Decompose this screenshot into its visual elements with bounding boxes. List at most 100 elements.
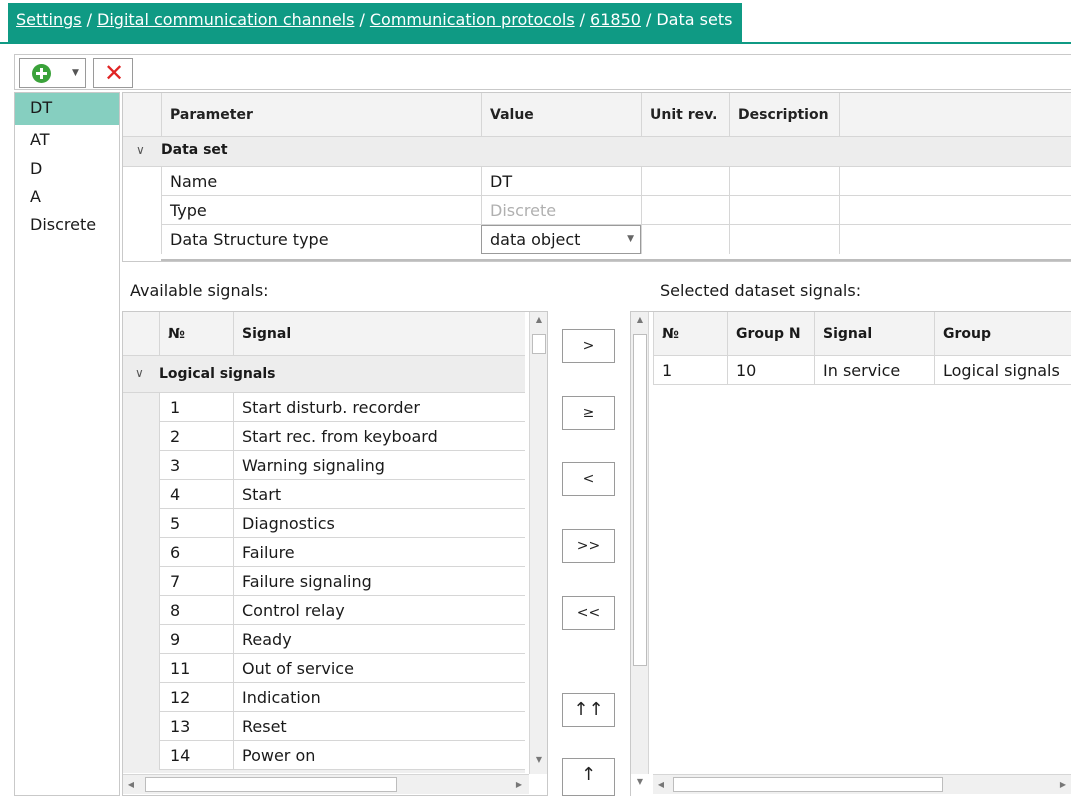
parameter-description [729,167,839,196]
parameter-row-data-structure-type[interactable]: Data Structure type data object ▼ [161,225,1071,261]
scroll-left-icon[interactable]: ◀ [653,775,669,795]
available-signals-grid: № Signal ∨ Logical signals 1 Start distur… [122,311,548,796]
column-header-group[interactable]: Group [934,312,1071,356]
signal-name: Start [233,480,525,509]
dataset-list-item-dt[interactable]: DT [15,93,119,125]
column-header-signal[interactable]: Signal [233,312,525,356]
parameter-unit-rev [641,225,729,254]
breadcrumb-separator: / [86,10,93,29]
breadcrumb: Settings / Digital communication channels /… [8,3,743,42]
signal-name: Ready [233,625,525,654]
chevron-down-icon[interactable]: ▼ [627,226,634,253]
table-row[interactable]: 4 Start [159,480,525,509]
breadcrumb-digital-communication-channels[interactable]: Digital communication channels [97,10,354,29]
column-header-number[interactable]: № [653,312,727,356]
dataset-list-item-discrete[interactable]: Discrete [15,211,119,239]
table-row[interactable]: 13 Reset [159,712,525,741]
add-signal-ge-button[interactable]: ≥ [562,396,615,430]
table-row[interactable]: 12 Indication [159,683,525,712]
table-row[interactable]: 11 Out of service [159,654,525,683]
signal-number: 13 [159,712,233,741]
signal-name: Diagnostics [233,509,525,538]
table-row[interactable]: 2 Start rec. from keyboard [159,422,525,451]
scrollbar-thumb[interactable] [145,777,397,792]
signal-name: Warning signaling [233,451,525,480]
group-row-logical-signals[interactable]: ∨ Logical signals [123,356,525,393]
data-structure-type-select[interactable]: data object ▼ [481,225,641,254]
table-row[interactable]: 1 Start disturb. recorder [159,393,525,422]
table-row[interactable]: 5 Diagnostics [159,509,525,538]
table-row[interactable]: 1 10 In service Logical signals [653,356,1071,385]
table-row[interactable]: 6 Failure [159,538,525,567]
available-grid-body: 1 Start disturb. recorder 2 Start rec. fro… [123,393,525,773]
move-top-button[interactable]: ↑↑ [562,693,615,727]
scrollbar-thumb[interactable] [532,334,546,354]
parameter-empty [839,196,1071,225]
move-up-button[interactable]: ↑ [562,758,615,796]
parameter-value: Discrete [481,196,641,225]
dataset-list-item-d[interactable]: D [15,154,119,183]
breadcrumb-separator: / [579,10,586,29]
scroll-up-icon[interactable]: ▲ [631,312,649,328]
add-all-signals-button[interactable]: >> [562,529,615,563]
dataset-list-item-at[interactable]: AT [15,125,119,154]
scroll-up-icon[interactable]: ▲ [530,312,547,328]
breadcrumb-61850[interactable]: 61850 [590,10,641,29]
table-row[interactable]: 9 Ready [159,625,525,654]
signal-number: 11 [159,654,233,683]
breadcrumb-communication-protocols[interactable]: Communication protocols [370,10,575,29]
scroll-left-icon[interactable]: ◀ [123,775,139,795]
table-row[interactable]: 8 Control relay [159,596,525,625]
column-header-description[interactable]: Description [729,93,839,137]
parameter-grid: Parameter Value Unit rev. Description ∨ … [122,92,1071,262]
column-header-unit-rev[interactable]: Unit rev. [641,93,729,137]
chevron-down-icon[interactable]: ∨ [135,366,144,380]
breadcrumb-bar: Settings / Digital communication channels /… [0,0,1071,44]
available-vertical-scrollbar[interactable]: ▲ ▼ [529,312,547,774]
scroll-right-icon[interactable]: ▶ [1055,775,1071,795]
scroll-right-icon[interactable]: ▶ [511,775,527,795]
available-signals-label: Available signals: [130,281,269,300]
chevron-down-icon[interactable]: ∨ [136,143,145,157]
parameter-row-name[interactable]: Name DT [161,167,1071,196]
scrollbar-thumb[interactable] [633,334,647,666]
breadcrumb-settings[interactable]: Settings [16,10,82,29]
plus-circle-icon [32,64,51,83]
signal-name: Start rec. from keyboard [233,422,525,451]
available-horizontal-scrollbar[interactable]: ◀ ▶ [123,774,529,794]
signal-name: Reset [233,712,525,741]
table-row[interactable]: 14 Power on [159,741,525,770]
add-button[interactable]: ▼ [19,58,86,88]
group-row-data-set[interactable]: ∨ Data set [123,137,1071,167]
signal-number: 3 [159,451,233,480]
selected-grid-header: № Group N Signal Group [653,312,1071,356]
chevron-down-icon[interactable]: ▼ [72,68,79,78]
add-signal-button[interactable]: > [562,329,615,363]
parameter-unit-rev [641,167,729,196]
remove-all-signals-button[interactable]: << [562,596,615,630]
dataset-list-item-a[interactable]: A [15,183,119,211]
parameter-empty [839,225,1071,254]
selected-horizontal-scrollbar[interactable]: ◀ ▶ [653,774,1071,794]
column-header-parameter[interactable]: Parameter [161,93,481,137]
table-row[interactable]: 7 Failure signaling [159,567,525,596]
scroll-down-icon[interactable]: ▼ [631,774,649,790]
signal-number: 14 [159,741,233,770]
table-row[interactable]: 3 Warning signaling [159,451,525,480]
parameter-row-type[interactable]: Type Discrete [161,196,1071,225]
column-header-number[interactable]: № [159,312,233,356]
scrollbar-thumb[interactable] [673,777,943,792]
parameter-description [729,225,839,254]
selected-vertical-scrollbar[interactable]: ▲ ▼ [631,312,649,786]
selected-signals-label: Selected dataset signals: [660,281,862,300]
scroll-down-icon[interactable]: ▼ [530,752,547,768]
signal-number: 12 [159,683,233,712]
column-header-value[interactable]: Value [481,93,641,137]
delete-button[interactable]: ✕ [93,58,133,88]
parameter-value[interactable]: DT [481,167,641,196]
available-grid-header: № Signal [123,312,525,356]
column-header-signal[interactable]: Signal [814,312,934,356]
remove-signal-button[interactable]: < [562,462,615,496]
breadcrumb-separator: / [645,10,652,29]
column-header-group-n[interactable]: Group N [727,312,814,356]
